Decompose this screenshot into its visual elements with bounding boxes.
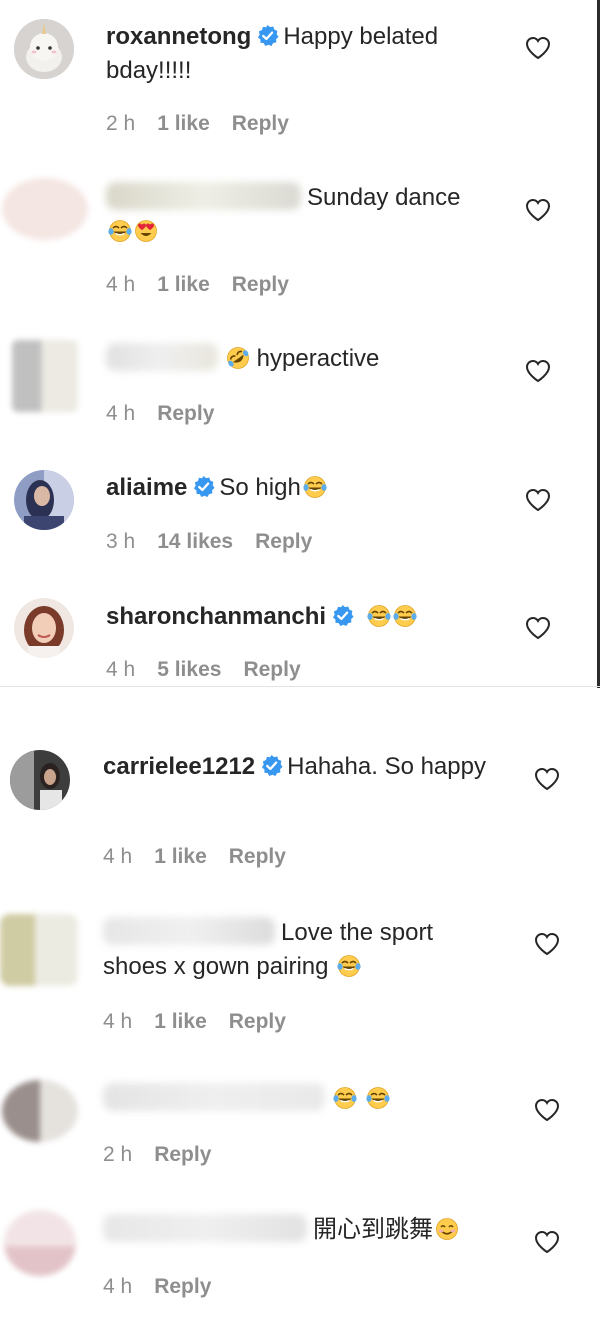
avatar[interactable]: [4, 1210, 76, 1276]
comment-text: Love the sport shoes x gown pairing: [103, 916, 493, 984]
avatar[interactable]: [14, 470, 74, 530]
verified-badge-icon: [332, 605, 355, 627]
reply-button[interactable]: Reply: [229, 845, 286, 868]
likes-count[interactable]: 1 like: [157, 112, 210, 135]
comment-text: aliaime So high: [106, 471, 496, 505]
tears-of-joy-icon: [337, 954, 362, 978]
heart-eyes-icon: [135, 220, 157, 242]
username[interactable]: roxannetong: [106, 23, 251, 50]
tears-of-joy-icon: [366, 604, 391, 628]
like-heart-icon[interactable]: [534, 1230, 560, 1254]
username[interactable]: sharonchanmanchi: [106, 603, 326, 630]
comment-meta: 4 h 1 like Reply: [106, 273, 311, 297]
reply-button[interactable]: Reply: [154, 1275, 211, 1298]
comment-meta: 4 h 5 likes Reply: [106, 658, 323, 683]
username-blurred[interactable]: [106, 182, 301, 210]
timestamp: 4 h: [106, 658, 136, 681]
timestamp: 4 h: [103, 1275, 133, 1298]
username-blurred[interactable]: [103, 1214, 307, 1242]
comment-text: Sunday dance: [106, 181, 496, 249]
likes-count[interactable]: 1 like: [154, 845, 207, 868]
avatar[interactable]: [14, 19, 74, 79]
comment-list-top: roxannetong Happy belated bday!!!!! 2 h 1 …: [0, 0, 600, 686]
tears-of-joy-icon: [365, 1086, 390, 1110]
avatar[interactable]: [0, 914, 78, 986]
tears-of-joy-icon: [333, 1086, 357, 1110]
comment-meta: 4 h Reply: [106, 402, 236, 426]
comment-meta: 4 h 1 like Reply: [103, 1010, 308, 1034]
comment-meta: 4 h 1 like Reply: [103, 845, 308, 869]
avatar[interactable]: [2, 178, 88, 240]
timestamp: 4 h: [106, 273, 136, 296]
comment-text: [103, 1082, 493, 1116]
likes-count[interactable]: 5 likes: [157, 658, 221, 681]
verified-badge-icon: [261, 755, 284, 777]
timestamp: 4 h: [103, 1010, 133, 1033]
like-heart-icon[interactable]: [534, 1098, 560, 1122]
comment-body: 開心到跳舞: [313, 1216, 433, 1243]
tears-of-joy-icon: [302, 475, 327, 499]
username[interactable]: aliaime: [106, 474, 187, 501]
tears-of-joy-icon: [108, 219, 132, 243]
timestamp: 4 h: [106, 402, 136, 425]
comment-body: Hahaha. So happy: [287, 753, 486, 780]
verified-badge-icon: [193, 476, 216, 498]
avatar[interactable]: [14, 598, 74, 658]
username-blurred[interactable]: [103, 917, 275, 945]
like-heart-icon[interactable]: [525, 359, 551, 383]
reply-button[interactable]: Reply: [154, 1143, 211, 1166]
comment-meta: 2 h Reply: [103, 1143, 233, 1167]
username[interactable]: carrielee1212: [103, 753, 255, 780]
reply-button[interactable]: Reply: [232, 273, 289, 296]
reply-button[interactable]: Reply: [243, 658, 300, 681]
timestamp: 4 h: [103, 845, 133, 868]
timestamp: 3 h: [106, 530, 136, 553]
comment-meta: 4 h Reply: [103, 1275, 233, 1299]
like-heart-icon[interactable]: [525, 198, 551, 222]
comment-meta: 2 h 1 like Reply: [106, 112, 311, 136]
section-divider: [0, 686, 600, 687]
avatar[interactable]: [10, 750, 70, 810]
like-heart-icon[interactable]: [525, 616, 551, 640]
smiling-face-icon: [435, 1217, 459, 1241]
like-heart-icon[interactable]: [534, 767, 560, 791]
like-heart-icon[interactable]: [534, 932, 560, 956]
comment-body: hyperactive: [256, 345, 380, 372]
comment-text: carrielee1212 Hahaha. So happy: [103, 750, 493, 784]
likes-count[interactable]: 14 likes: [157, 530, 233, 553]
comment-text: sharonchanmanchi: [106, 600, 546, 634]
username-blurred[interactable]: [103, 1083, 325, 1111]
likes-count[interactable]: 1 like: [154, 1010, 207, 1033]
comment-text: hyperactive: [106, 342, 496, 376]
like-heart-icon[interactable]: [525, 36, 551, 60]
comment-body: Sunday dance: [307, 184, 461, 211]
timestamp: 2 h: [106, 112, 136, 135]
comment-list-bottom: carrielee1212 Hahaha. So happy 4 h 1 like R…: [0, 688, 600, 1325]
reply-button[interactable]: Reply: [232, 112, 289, 135]
verified-badge-icon: [257, 25, 280, 47]
avatar[interactable]: [2, 1080, 78, 1142]
comment-text: 開心到跳舞: [103, 1213, 513, 1247]
username-blurred[interactable]: [106, 343, 218, 371]
reply-button[interactable]: Reply: [255, 530, 312, 553]
timestamp: 2 h: [103, 1143, 133, 1166]
likes-count[interactable]: 1 like: [157, 273, 210, 296]
comment-meta: 3 h 14 likes Reply: [106, 530, 334, 554]
rolling-laughing-icon: [226, 346, 250, 370]
avatar[interactable]: [12, 340, 78, 412]
tears-of-joy-icon: [392, 604, 417, 628]
like-heart-icon[interactable]: [525, 488, 551, 512]
comment-body: So high: [219, 474, 301, 501]
comment-text: roxannetong Happy belated bday!!!!!: [106, 20, 496, 88]
reply-button[interactable]: Reply: [229, 1010, 286, 1033]
reply-button[interactable]: Reply: [157, 402, 214, 425]
